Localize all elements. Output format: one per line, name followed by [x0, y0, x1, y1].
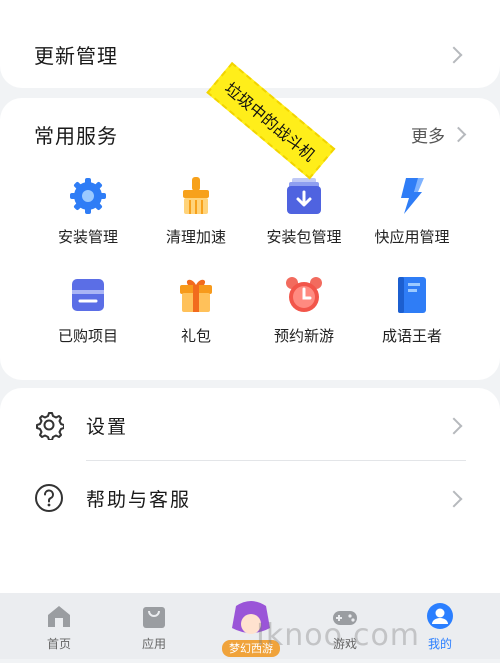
service-label: 预约新游 — [273, 327, 334, 345]
settings-row[interactable]: 设置 — [0, 390, 500, 460]
more-label: 更多 — [411, 127, 445, 147]
service-label: 已购项目 — [57, 327, 118, 345]
tab-label: 应用 — [141, 637, 166, 651]
home-icon — [46, 603, 72, 629]
question-icon — [34, 483, 64, 513]
service-label: 清理加速 — [165, 228, 226, 246]
book-icon — [392, 275, 432, 315]
chevron-right-icon — [445, 46, 463, 64]
service-quick-app-management[interactable]: 快应用管理 — [357, 176, 467, 247]
services-title: 常用服务 — [34, 124, 118, 148]
alarm-clock-icon — [284, 275, 324, 315]
service-package-management[interactable]: 安装包管理 — [249, 176, 359, 247]
gear-icon — [34, 410, 65, 441]
service-label: 礼包 — [180, 327, 211, 345]
shopping-bag-icon — [141, 603, 167, 629]
settings-card: 设置 帮助与客服 — [0, 388, 500, 593]
tab-apps[interactable]: 应用 — [119, 603, 189, 652]
install-gear-icon — [68, 176, 108, 216]
lightning-icon — [392, 176, 432, 216]
chevron-right-icon — [445, 490, 463, 508]
common-services-card: 常用服务 更多 安装管理 清理加速 安装包管理 快应用管理 已购项目 礼包 预约… — [0, 98, 500, 380]
service-pre-register-games[interactable]: 预约新游 — [249, 275, 359, 346]
service-clean-speedup[interactable]: 清理加速 — [141, 176, 251, 247]
chevron-right-icon — [450, 126, 467, 143]
service-gift[interactable]: 礼包 — [141, 275, 251, 346]
update-management-label: 更新管理 — [34, 44, 118, 68]
help-support-row[interactable]: 帮助与客服 — [0, 463, 500, 533]
settings-divider — [86, 460, 466, 461]
help-support-label: 帮助与客服 — [86, 489, 192, 511]
update-management-card[interactable]: 更新管理 — [0, 0, 500, 88]
service-label: 安装包管理 — [266, 228, 342, 246]
tab-label: 首页 — [46, 637, 71, 651]
service-purchased[interactable]: 已购项目 — [33, 275, 143, 346]
gift-icon — [176, 275, 216, 315]
service-idiom-king[interactable]: 成语王者 — [357, 275, 467, 346]
tab-home[interactable]: 首页 — [24, 603, 94, 652]
chevron-right-icon — [445, 417, 463, 435]
settings-label: 设置 — [86, 416, 129, 438]
more-services-link[interactable]: 更多 — [411, 122, 467, 147]
service-install-management[interactable]: 安装管理 — [33, 176, 143, 247]
user-icon — [427, 603, 453, 629]
package-icon — [284, 176, 324, 216]
watermark: Iknoo.com — [256, 618, 421, 653]
service-label: 快应用管理 — [374, 228, 450, 246]
purchased-icon — [68, 275, 108, 315]
service-label: 安装管理 — [57, 228, 118, 246]
service-label: 成语王者 — [381, 327, 442, 345]
broom-icon — [176, 176, 216, 216]
